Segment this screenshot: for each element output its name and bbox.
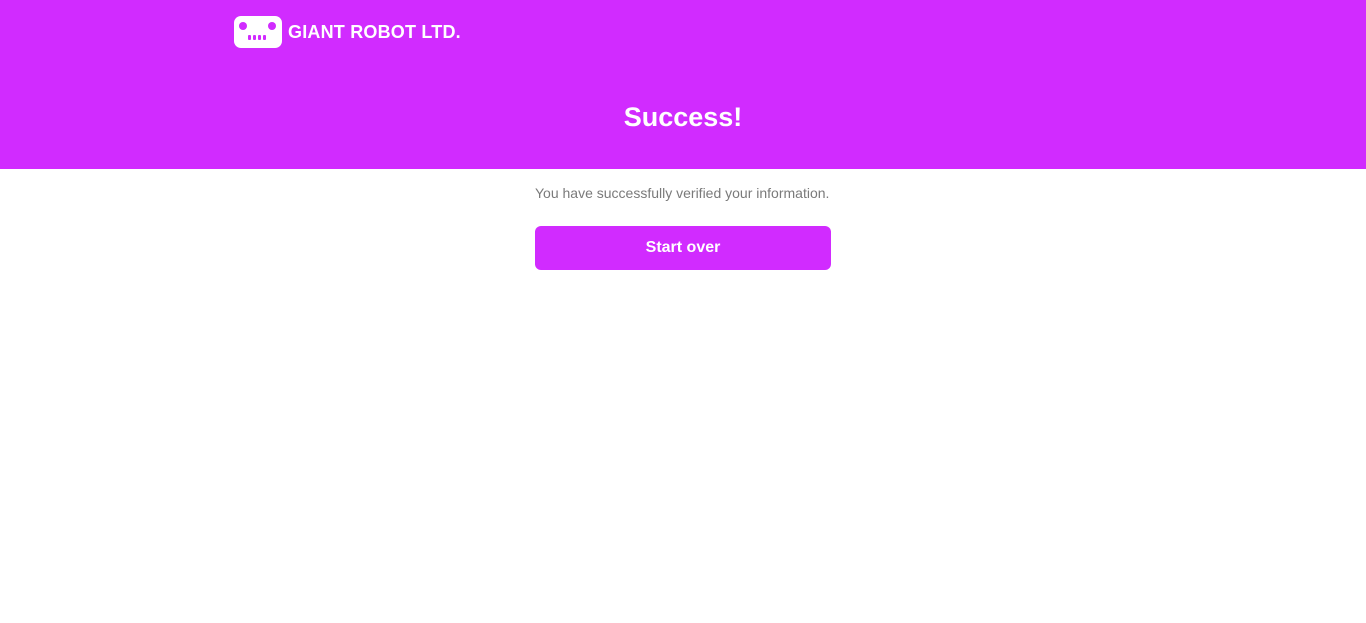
brand-name: GIANT ROBOT LTD. — [288, 21, 461, 42]
start-over-button[interactable]: Start over — [535, 226, 831, 270]
page-header: GIANT ROBOT LTD. Success! — [0, 0, 1366, 169]
page-title: Success! — [623, 102, 743, 132]
robot-face-icon — [234, 16, 282, 48]
success-message: You have successfully verified your info… — [535, 185, 830, 201]
success-content: You have successfully verified your info… — [535, 183, 831, 270]
brand[interactable]: GIANT ROBOT LTD. — [234, 16, 461, 48]
